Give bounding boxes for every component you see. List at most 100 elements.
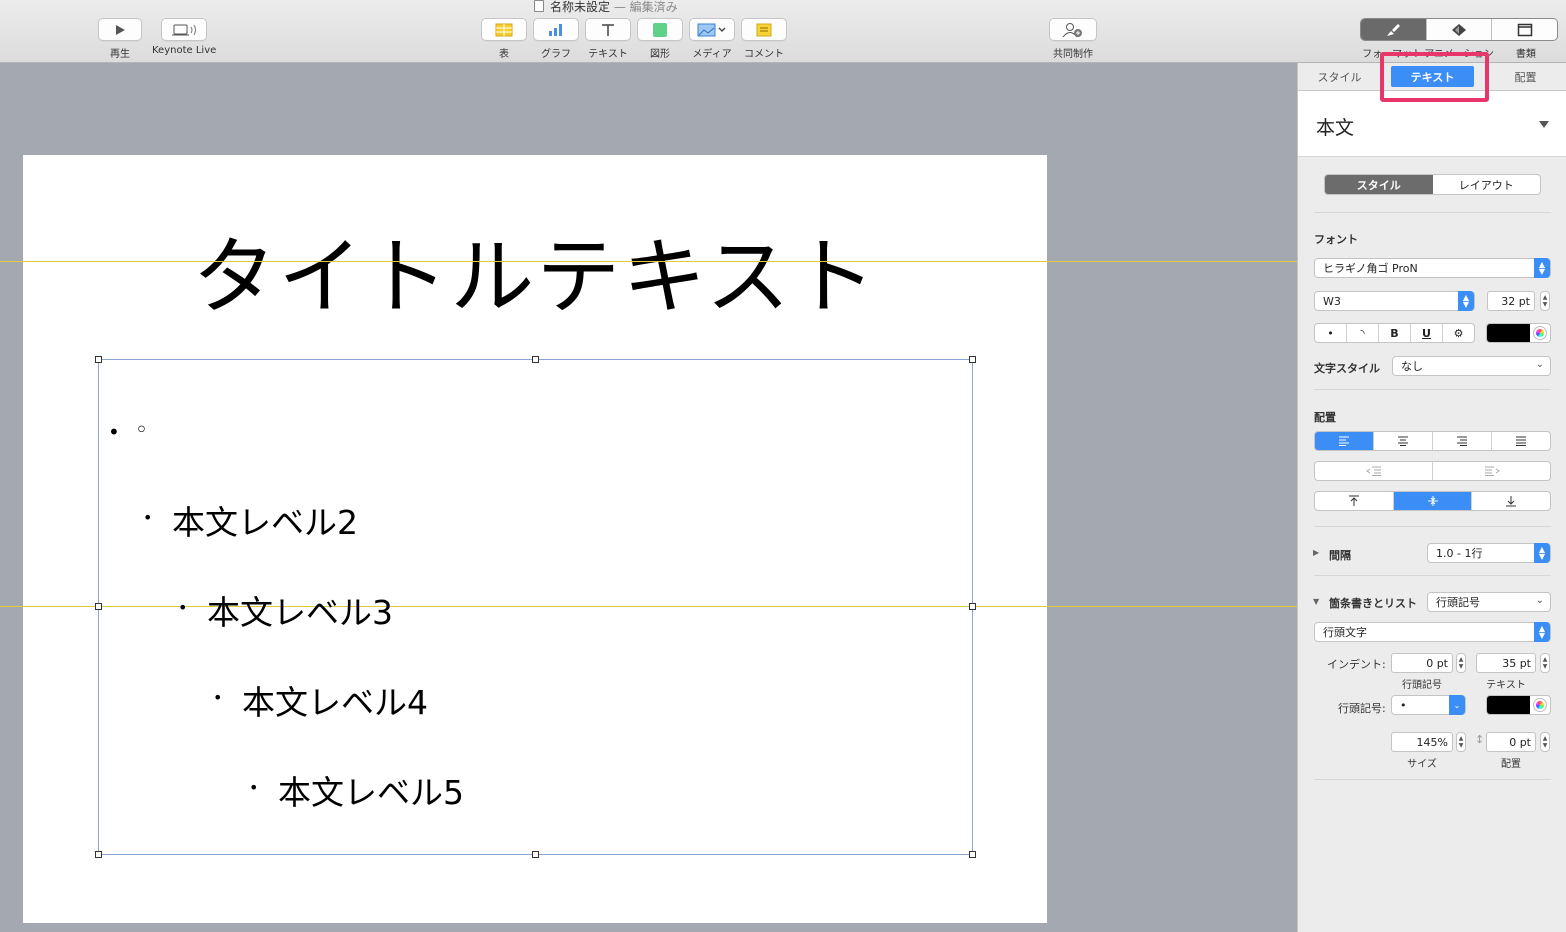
- bullet-size-stepper[interactable]: ▲ ▼: [1456, 732, 1466, 752]
- char-style-popup[interactable]: なし ⌄: [1392, 356, 1551, 376]
- bullet-type-value: 行頭文字: [1323, 626, 1367, 639]
- gear-icon[interactable]: ⚙: [1442, 324, 1474, 342]
- bullet-text-level2[interactable]: 本文レベル2: [172, 496, 358, 544]
- subtab-style[interactable]: スタイル: [1325, 175, 1433, 194]
- keynote-live-button[interactable]: Keynote Live: [152, 18, 216, 56]
- align-middle-button[interactable]: [1392, 492, 1472, 510]
- align-center-button[interactable]: [1373, 432, 1432, 450]
- media-button[interactable]: メディア: [689, 18, 735, 60]
- document-button[interactable]: [1491, 19, 1557, 40]
- animate-icon: [1452, 23, 1466, 36]
- document-inspector-icon: [1517, 23, 1532, 36]
- bold-button[interactable]: B: [1378, 324, 1410, 342]
- bullet-text-level4[interactable]: 本文レベル4: [242, 676, 428, 724]
- resize-handle[interactable]: [95, 851, 102, 858]
- disclosure-closed-icon[interactable]: ▶: [1313, 548, 1319, 557]
- bullet-color-well[interactable]: [1486, 695, 1551, 715]
- text-indent-stepper[interactable]: ▲ ▼: [1540, 653, 1550, 673]
- bullet-list-style-popup[interactable]: 行頭記号 ⌄: [1427, 592, 1551, 612]
- text-button[interactable]: テキスト: [585, 18, 631, 60]
- collaborate-button[interactable]: 共同制作: [1048, 18, 1098, 60]
- spacing-label: 間隔: [1329, 549, 1351, 562]
- keynote-live-icon: [172, 24, 196, 35]
- shape-button[interactable]: 図形: [637, 18, 683, 60]
- comment-button[interactable]: コメント: [741, 18, 787, 60]
- resize-handle[interactable]: [969, 603, 976, 610]
- bullet-indent-stepper[interactable]: ▲ ▼: [1456, 653, 1466, 673]
- play-label: 再生: [110, 49, 130, 60]
- font-weight-popup[interactable]: W3 ▲ ▼: [1314, 291, 1475, 311]
- align-right-button[interactable]: [1432, 432, 1491, 450]
- align-justify-button[interactable]: [1491, 432, 1550, 450]
- text-label: テキスト: [588, 49, 628, 60]
- slide-title[interactable]: タイトルテキスト: [23, 210, 1047, 331]
- bullet-char-value: •: [1400, 698, 1407, 712]
- comment-label: コメント: [744, 49, 784, 60]
- bullet-align-stepper[interactable]: ▲ ▼: [1540, 732, 1550, 752]
- bullet-marker: •: [143, 508, 153, 527]
- color-wheel-icon[interactable]: [1530, 324, 1550, 342]
- color-wheel-icon[interactable]: [1530, 696, 1550, 714]
- bullet-align-field[interactable]: 0 pt: [1486, 732, 1536, 752]
- italic-button[interactable]: ◝: [1346, 324, 1378, 342]
- shape-label: 図形: [650, 49, 670, 60]
- underline-button[interactable]: U: [1410, 324, 1442, 342]
- tab-style[interactable]: スタイル: [1298, 63, 1381, 90]
- media-label: メディア: [692, 49, 732, 60]
- bullet-indent-field[interactable]: 0 pt: [1391, 653, 1453, 673]
- format-button[interactable]: [1361, 19, 1426, 40]
- bullet-list-style-value: 行頭記号: [1436, 596, 1480, 609]
- window-title: 名称未設定 — 編集済み: [534, 0, 678, 15]
- bullet-size-field[interactable]: 145%: [1391, 732, 1453, 752]
- bullet-type-popup[interactable]: 行頭文字 ▲ ▼: [1314, 622, 1551, 642]
- align-top-button[interactable]: [1315, 492, 1393, 510]
- font-size-field[interactable]: 32 pt: [1487, 291, 1535, 311]
- spacing-value: 1.0 - 1行: [1436, 547, 1483, 560]
- bullet-char-popup[interactable]: • ⌄: [1391, 695, 1466, 715]
- bullet-align-caption: 配置: [1501, 759, 1521, 770]
- text-indent-field[interactable]: 35 pt: [1476, 653, 1536, 673]
- increase-indent-button[interactable]: [1432, 462, 1550, 480]
- bullet-text-level3[interactable]: 本文レベル3: [207, 586, 393, 634]
- increase-indent-icon: [1484, 466, 1500, 476]
- bullet-indent-caption: 行頭記号: [1402, 680, 1442, 691]
- animate-button[interactable]: [1425, 19, 1492, 40]
- char-style-label: 文字スタイル: [1314, 362, 1380, 375]
- resize-handle[interactable]: [95, 356, 102, 363]
- text-color-well[interactable]: [1486, 323, 1551, 343]
- align-left-button[interactable]: [1315, 432, 1373, 450]
- chart-button[interactable]: グラフ: [533, 18, 579, 60]
- disclosure-open-icon[interactable]: ▼: [1313, 597, 1319, 606]
- align-justify-icon: [1516, 436, 1526, 446]
- spacing-popup[interactable]: 1.0 - 1行 ▲ ▼: [1427, 543, 1551, 563]
- align-bottom-icon: [1506, 496, 1517, 507]
- text-tab-highlight: [1380, 52, 1489, 102]
- align-bottom-button[interactable]: [1471, 492, 1550, 510]
- resize-handle[interactable]: [532, 851, 539, 858]
- font-family-popup[interactable]: ヒラギノ角ゴ ProN ▲ ▼: [1314, 258, 1551, 278]
- text-color-swatch: [1487, 324, 1530, 342]
- bullet-color-swatch: [1487, 696, 1530, 714]
- divider: [1314, 526, 1551, 527]
- toolbar: 名称未設定 — 編集済み 再生 Keynote Live 表 グラフ テキスト …: [0, 0, 1566, 63]
- bullet-text-level1[interactable]: ◦: [135, 418, 148, 443]
- text-subtabs: スタイル レイアウト: [1324, 174, 1541, 195]
- edited-status: — 編集済み: [613, 0, 678, 14]
- bullet-text-level5[interactable]: 本文レベル5: [278, 766, 464, 814]
- popup-arrows-icon: ▲ ▼: [1458, 291, 1474, 311]
- indent-label: インデント:: [1327, 658, 1386, 671]
- tab-arrange[interactable]: 配置: [1484, 63, 1566, 90]
- decrease-indent-button[interactable]: [1315, 462, 1432, 480]
- subtab-layout[interactable]: レイアウト: [1433, 175, 1541, 194]
- resize-handle[interactable]: [969, 851, 976, 858]
- bullet-format-button[interactable]: •: [1315, 324, 1346, 342]
- play-button[interactable]: 再生: [98, 18, 142, 60]
- resize-handle[interactable]: [532, 356, 539, 363]
- font-size-stepper[interactable]: ▲ ▼: [1540, 291, 1550, 311]
- decrease-indent-icon: [1365, 466, 1381, 476]
- resize-handle[interactable]: [969, 356, 976, 363]
- divider: [1314, 779, 1551, 780]
- table-button[interactable]: 表: [481, 18, 527, 60]
- comment-icon: [756, 23, 772, 36]
- resize-handle[interactable]: [95, 603, 102, 610]
